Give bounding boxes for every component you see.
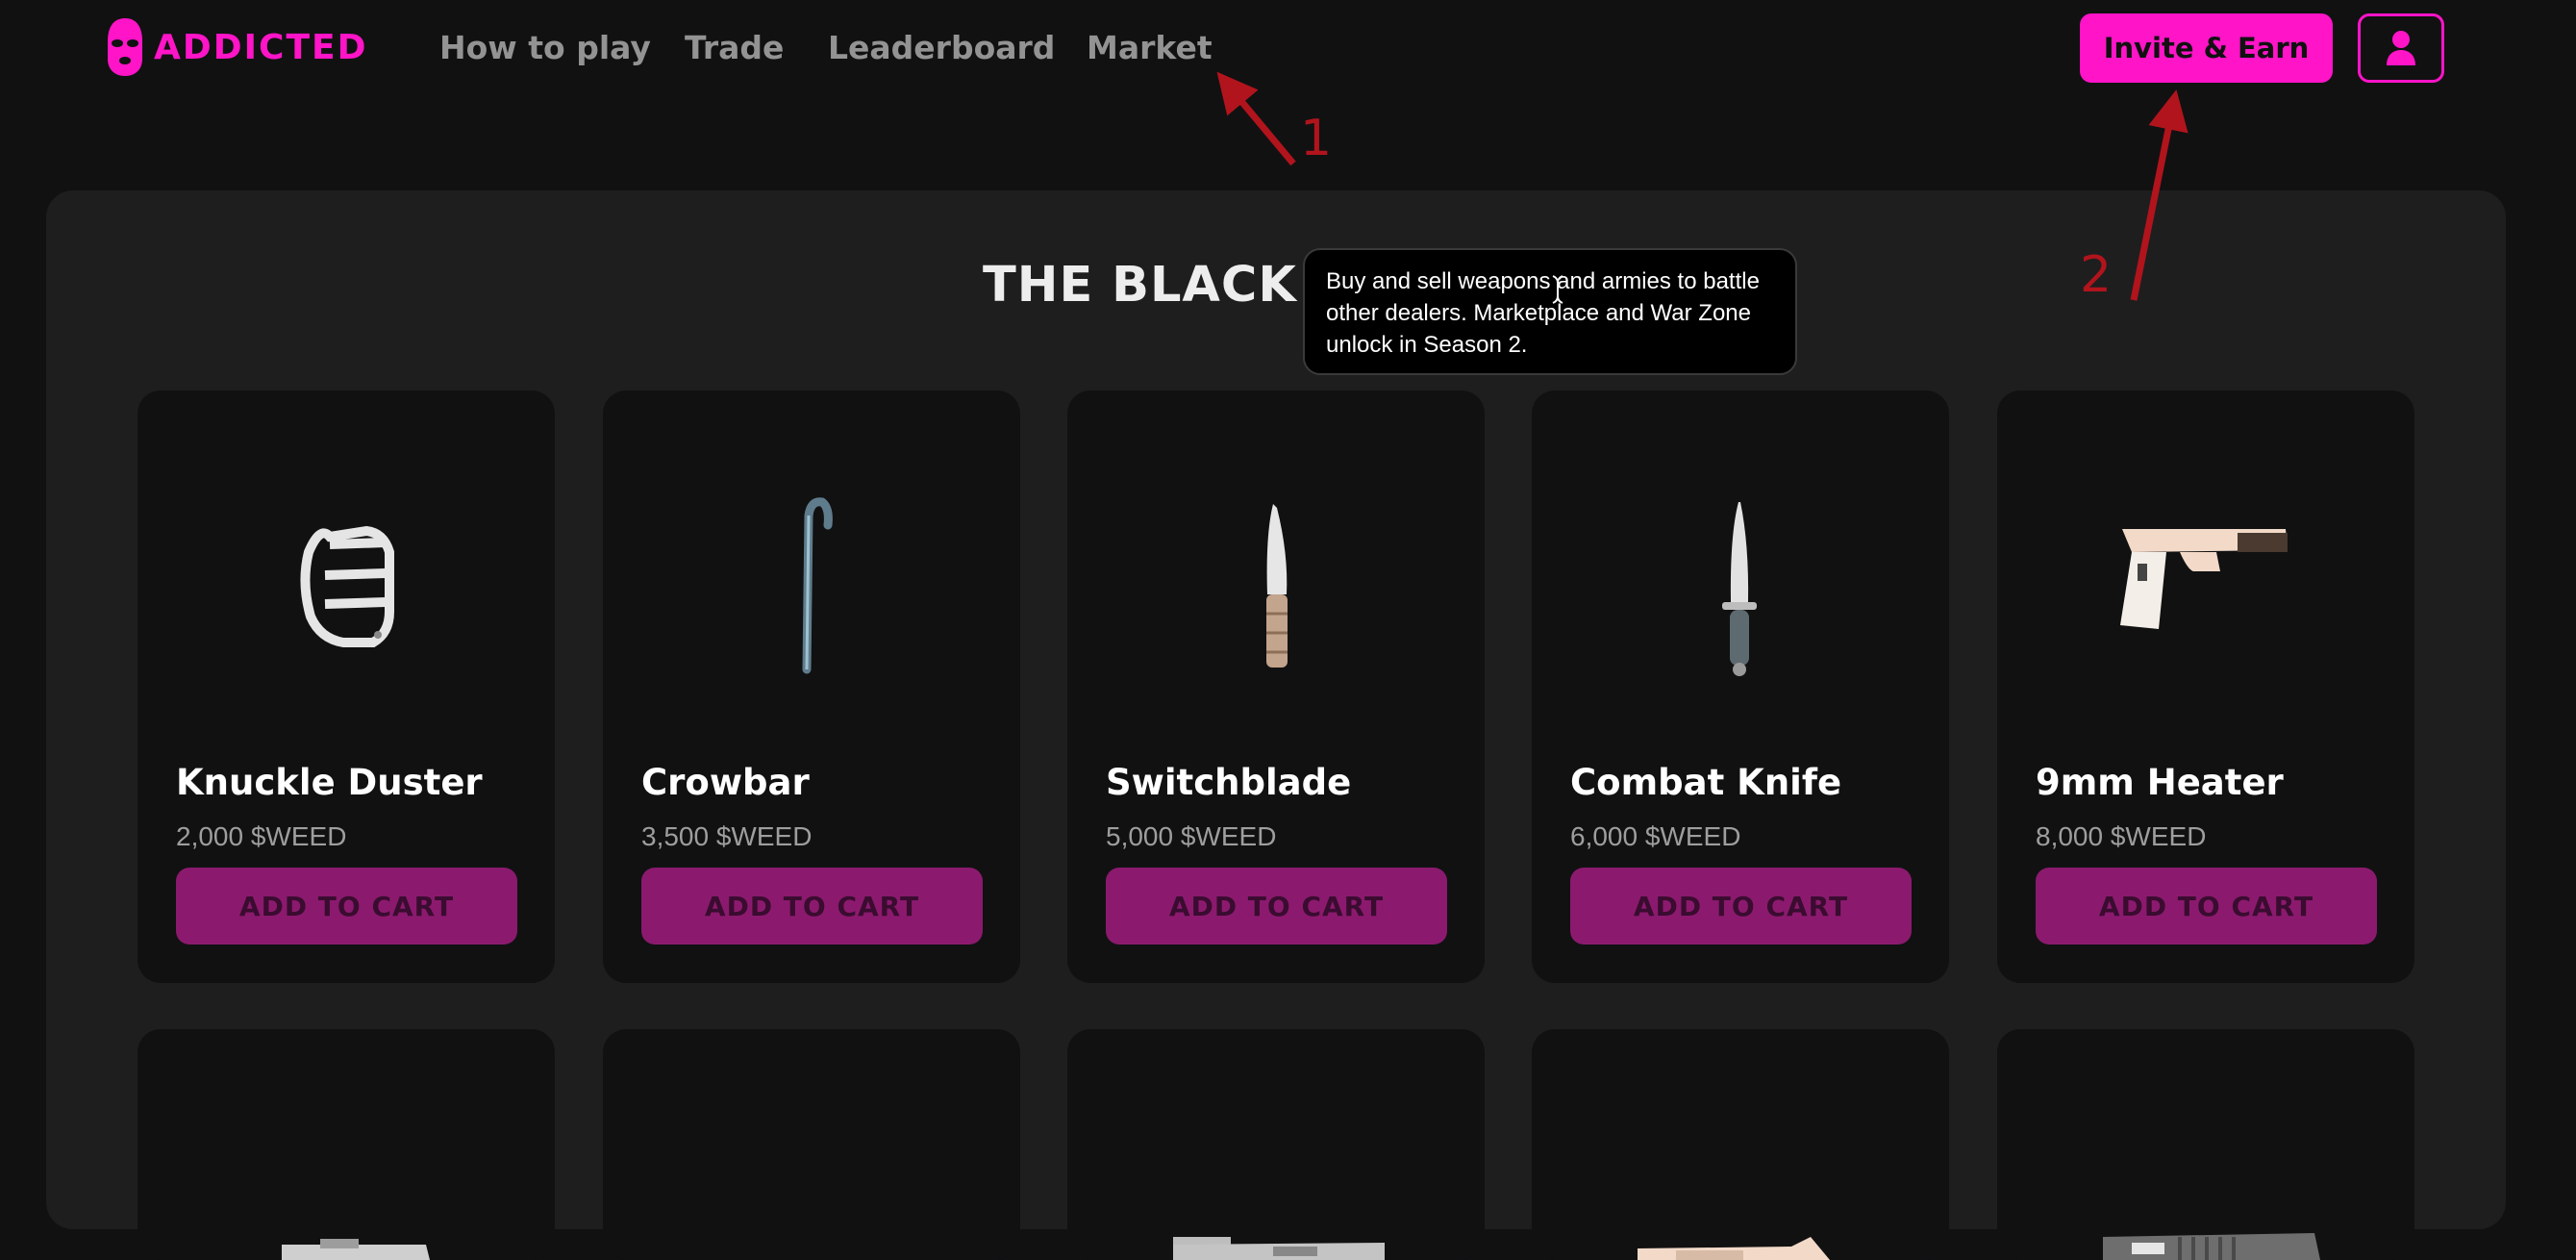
rifle-icon <box>1638 1237 1830 1260</box>
product-card-combat-knife: Combat Knife 6,000 $WEED ADD TO CART <box>1532 391 1949 983</box>
product-card-crowbar: Crowbar 3,500 $WEED ADD TO CART <box>603 391 1020 983</box>
user-icon <box>2387 31 2415 65</box>
annotation-number-2: 2 <box>2080 246 2113 304</box>
nav-how-to-play[interactable]: How to play <box>439 27 651 69</box>
product-card-row2-3 <box>1067 1029 1485 1260</box>
nav-leaderboard[interactable]: Leaderboard <box>828 27 1055 69</box>
crowbar-icon <box>802 497 833 674</box>
invite-earn-button[interactable]: Invite & Earn <box>2080 13 2333 83</box>
switchblade-icon <box>1266 504 1288 668</box>
text-cursor-icon <box>1552 275 1563 304</box>
nav-trade[interactable]: Trade <box>685 27 784 69</box>
product-card-row2-4 <box>1532 1029 1949 1260</box>
brand-name: ADDICTED <box>154 27 368 67</box>
nav-market[interactable]: Market <box>1087 27 1213 69</box>
product-price: 3,500 $WEED <box>641 821 813 851</box>
add-to-cart-button[interactable]: ADD TO CART <box>176 868 517 945</box>
shotgun-icon <box>603 1125 1020 1260</box>
balaclava-logo-icon <box>108 18 142 76</box>
profile-button[interactable] <box>2358 13 2444 83</box>
product-card-knuckle-duster: Knuckle Duster 2,000 $WEED ADD TO CART <box>138 391 555 983</box>
smg-icon <box>1173 1237 1385 1260</box>
brand-logo[interactable]: ADDICTED <box>104 15 367 79</box>
brass-knuckles-icon <box>300 525 394 647</box>
product-name: Crowbar <box>641 762 810 803</box>
annotation-arrow-1 <box>1216 71 1296 166</box>
product-card-row2-5 <box>1997 1029 2414 1260</box>
product-card-9mm-heater: 9mm Heater 8,000 $WEED ADD TO CART <box>1997 391 2414 983</box>
product-name: Combat Knife <box>1570 762 1842 803</box>
product-card-row2-2 <box>603 1029 1020 1260</box>
product-price: 6,000 $WEED <box>1570 821 1741 851</box>
product-price: 5,000 $WEED <box>1106 821 1277 851</box>
add-to-cart-button[interactable]: ADD TO CART <box>1106 868 1447 945</box>
market-tooltip: Buy and sell weapons and armies to battl… <box>1303 248 1797 375</box>
combat-knife-icon <box>1722 502 1757 676</box>
assault-rifle-icon <box>2103 1233 2320 1260</box>
product-card-row2-1 <box>138 1029 555 1260</box>
product-name: Knuckle Duster <box>176 762 483 803</box>
product-price: 2,000 $WEED <box>176 821 347 851</box>
revolver-icon <box>282 1239 430 1260</box>
add-to-cart-button[interactable]: ADD TO CART <box>2036 868 2377 945</box>
product-card-switchblade: Switchblade 5,000 $WEED ADD TO CART <box>1067 391 1485 983</box>
product-name: 9mm Heater <box>2036 762 2284 803</box>
add-to-cart-button[interactable]: ADD TO CART <box>641 868 983 945</box>
add-to-cart-button[interactable]: ADD TO CART <box>1570 868 1912 945</box>
product-price: 8,000 $WEED <box>2036 821 2207 851</box>
product-name: Switchblade <box>1106 762 1352 803</box>
pistol-icon <box>2120 529 2288 629</box>
annotation-number-1: 1 <box>1300 110 1333 167</box>
